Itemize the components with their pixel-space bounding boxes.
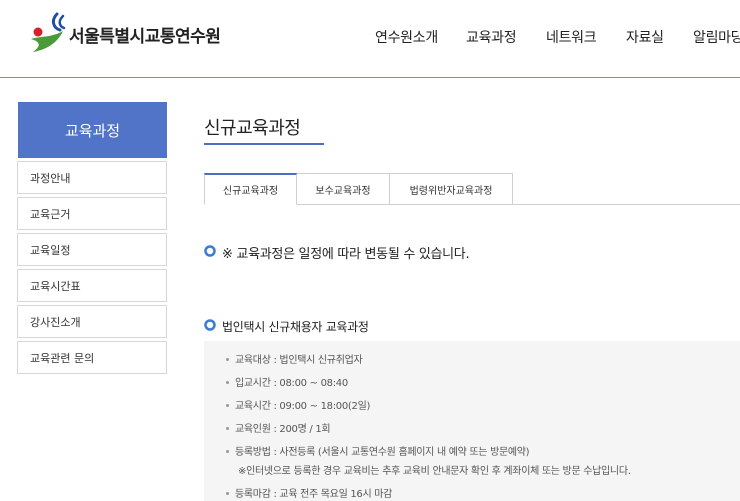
nav-resources[interactable]: 자료실 — [626, 27, 664, 47]
page-title: 신규교육과정 — [204, 118, 301, 139]
tab-violator-course[interactable]: 법령위반자교육과정 — [390, 173, 513, 205]
detail-note: ※인터넷으로 등록한 경우 교육비는 추후 교육비 안내문자 확인 후 계좌이체… — [238, 466, 631, 477]
detail-class-time: 교육시간 : 09:00 ~ 18:00(2일) — [226, 397, 370, 412]
schedule-notice: ※ 교육과정은 일정에 따라 변동될 수 있습니다. — [222, 247, 470, 262]
sidebar-item-course-guide[interactable]: 과정안내 — [17, 161, 167, 194]
sidebar-title: 교육과정 — [18, 102, 167, 158]
sidebar-item-timetable[interactable]: 교육시간표 — [17, 269, 167, 302]
sidebar-item-legal-basis[interactable]: 교육근거 — [17, 197, 167, 230]
tab-new-course[interactable]: 신규교육과정 — [204, 173, 297, 205]
course-tabs: 신규교육과정 보수교육과정 법령위반자교육과정 — [204, 173, 513, 205]
section-title: 법인택시 신규채용자 교육과정 — [222, 320, 369, 334]
title-underline — [204, 143, 324, 145]
site-header: 서울특별시교통연수원 연수원소개 교육과정 네트워크 자료실 알림마당 — [0, 0, 740, 78]
sidebar-menu: 과정안내 교육근거 교육일정 교육시간표 강사진소개 교육관련 문의 — [17, 161, 167, 377]
tab-refresher-course[interactable]: 보수교육과정 — [297, 173, 390, 205]
nav-network[interactable]: 네트워크 — [546, 27, 597, 47]
circle-bullet-icon — [204, 319, 216, 331]
sidebar-item-inquiry[interactable]: 교육관련 문의 — [17, 341, 167, 374]
course-info-box: 교육대상 : 법인택시 신규취업자 입교시간 : 08:00 ~ 08:40 교… — [204, 341, 740, 501]
detail-target: 교육대상 : 법인택시 신규취업자 — [226, 351, 363, 366]
circle-bullet-icon — [204, 245, 216, 257]
detail-registration: 등록방법 : 사전등록 (서울시 교통연수원 홈페이지 내 예약 또는 방문예약… — [226, 443, 530, 458]
nav-about[interactable]: 연수원소개 — [375, 27, 438, 47]
nav-courses[interactable]: 교육과정 — [466, 27, 517, 47]
global-nav: 연수원소개 교육과정 네트워크 자료실 알림마당 — [0, 27, 740, 47]
nav-notices[interactable]: 알림마당 — [693, 27, 740, 47]
detail-capacity: 교육인원 : 200명 / 1회 — [226, 420, 331, 435]
detail-deadline: 등록마감 : 교육 전주 목요일 16시 마감 — [226, 485, 392, 500]
sidebar-item-schedule[interactable]: 교육일정 — [17, 233, 167, 266]
sidebar-item-instructors[interactable]: 강사진소개 — [17, 305, 167, 338]
detail-checkin-time: 입교시간 : 08:00 ~ 08:40 — [226, 374, 348, 389]
